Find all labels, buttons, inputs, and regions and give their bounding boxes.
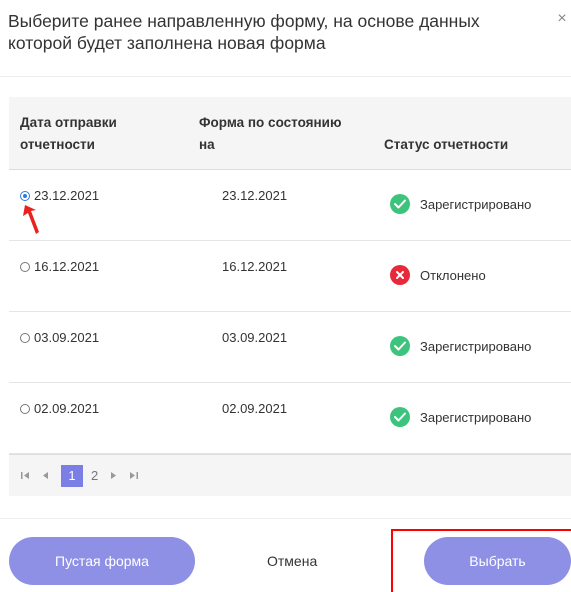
date-value: 16.12.2021 bbox=[34, 259, 100, 274]
empty-form-button[interactable]: Пустая форма bbox=[9, 537, 195, 585]
radio-selected[interactable] bbox=[20, 190, 30, 201]
select-button[interactable]: Выбрать bbox=[424, 537, 571, 585]
date-cell[interactable]: 16.12.2021 bbox=[20, 259, 99, 274]
status-text: Зарегистрировано bbox=[420, 409, 532, 425]
check-circle-icon bbox=[390, 336, 410, 356]
cancel-button[interactable]: Отмена bbox=[267, 553, 317, 569]
status-cell: Зарегистрировано bbox=[390, 336, 531, 356]
header-divider bbox=[0, 76, 571, 77]
table-row[interactable]: 02.09.2021 02.09.2021 Зарегистрировано bbox=[9, 383, 571, 454]
date-value: 23.12.2021 bbox=[34, 188, 100, 203]
column-header-date: Дата отправки отчетности bbox=[20, 115, 117, 152]
status-text: Зарегистрировано bbox=[420, 338, 532, 354]
choose-form-dialog: Выберите ранее направленную форму, на ос… bbox=[0, 0, 571, 592]
date-value: 03.09.2021 bbox=[34, 330, 100, 345]
prev-page-icon[interactable] bbox=[42, 471, 49, 480]
form-date-value: 16.12.2021 bbox=[222, 259, 288, 274]
status-cell: Зарегистрировано bbox=[390, 407, 531, 427]
last-page-icon[interactable] bbox=[129, 471, 139, 480]
column-header-form-date: Форма по состоянию на bbox=[199, 115, 342, 152]
table-row[interactable]: 23.12.2021 23.12.2021 Зарегистрировано bbox=[9, 170, 571, 241]
form-date-value: 03.09.2021 bbox=[222, 330, 288, 345]
error-circle-icon bbox=[390, 265, 410, 285]
table-header: Дата отправки отчетности Форма по состоя… bbox=[9, 97, 571, 170]
close-icon[interactable]: × bbox=[555, 11, 569, 27]
status-text: Отклонено bbox=[420, 267, 486, 283]
date-cell[interactable]: 02.09.2021 bbox=[20, 401, 99, 416]
page-1-button[interactable]: 1 bbox=[61, 464, 83, 487]
status-cell: Отклонено bbox=[390, 265, 486, 285]
first-page-icon[interactable] bbox=[21, 471, 30, 480]
check-circle-icon bbox=[390, 194, 410, 214]
table-row[interactable]: 03.09.2021 03.09.2021 Зарегистрировано bbox=[9, 312, 571, 383]
form-date-value: 23.12.2021 bbox=[222, 188, 288, 203]
check-circle-icon bbox=[390, 407, 410, 427]
status-cell: Зарегистрировано bbox=[390, 194, 531, 214]
forms-table: Дата отправки отчетности Форма по состоя… bbox=[9, 97, 571, 454]
radio-unselected[interactable] bbox=[20, 261, 30, 272]
status-text: Зарегистрировано bbox=[420, 196, 532, 212]
page-2-button[interactable]: 2 bbox=[91, 468, 98, 483]
pagination: 1 2 bbox=[9, 454, 571, 496]
annotation-arrow-icon bbox=[23, 205, 39, 234]
next-page-icon[interactable] bbox=[110, 471, 117, 480]
date-cell[interactable]: 23.12.2021 bbox=[20, 188, 99, 203]
radio-unselected[interactable] bbox=[20, 403, 30, 414]
column-header-status: Статус отчетности bbox=[384, 137, 509, 152]
dialog-title: Выберите ранее направленную форму, на ос… bbox=[8, 11, 480, 53]
radio-unselected[interactable] bbox=[20, 332, 30, 343]
date-value: 02.09.2021 bbox=[34, 401, 100, 416]
form-date-value: 02.09.2021 bbox=[222, 401, 288, 416]
table-row[interactable]: 16.12.2021 16.12.2021 Отклонено bbox=[9, 241, 571, 312]
footer-divider bbox=[0, 518, 571, 519]
date-cell[interactable]: 03.09.2021 bbox=[20, 330, 99, 345]
